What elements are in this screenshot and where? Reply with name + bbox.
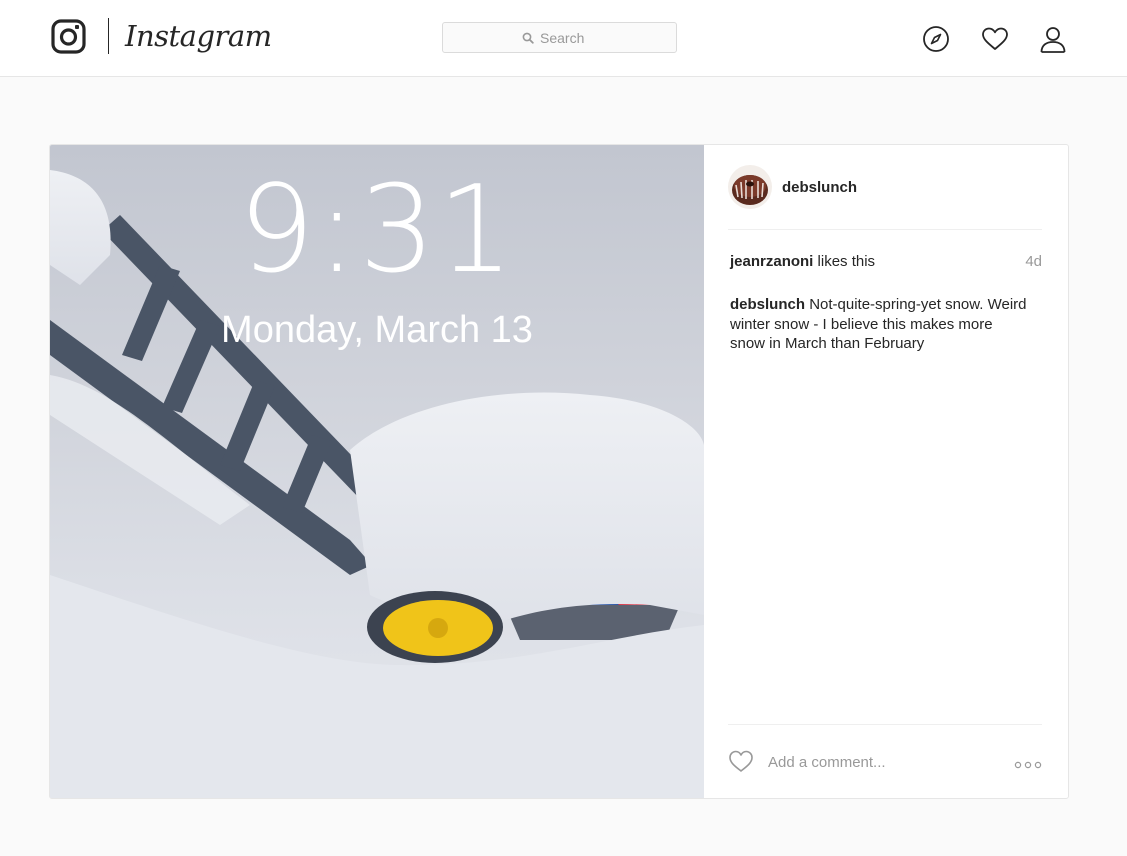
like-heart-icon[interactable]: [728, 749, 754, 773]
post-author-username[interactable]: debslunch: [782, 179, 857, 196]
logo-divider: [108, 18, 109, 54]
caption-username[interactable]: debslunch: [730, 296, 805, 313]
likes-text: likes this: [813, 253, 876, 270]
post-photo[interactable]: 9:31 Monday, March 13: [50, 145, 704, 798]
avatar-bundt-cake-icon[interactable]: [728, 165, 772, 209]
more-options-icon[interactable]: [1014, 757, 1042, 769]
instagram-glyph-icon[interactable]: [51, 19, 86, 54]
add-comment-input[interactable]: [768, 751, 988, 773]
top-navigation-bar: Instagram: [0, 0, 1127, 77]
instagram-wordmark[interactable]: Instagram: [125, 14, 272, 58]
comment-bar: [728, 724, 1042, 775]
lockscreen-date: Monday, March 13: [221, 309, 533, 351]
activity-heart-icon[interactable]: [980, 24, 1010, 54]
profile-person-icon[interactable]: [1038, 24, 1068, 54]
search-box[interactable]: [442, 22, 677, 53]
post-card: 9:31 Monday, March 13 debslunch jeanrzan…: [49, 144, 1069, 799]
post-caption: debslunch Not-quite-spring-yet snow. Wei…: [730, 295, 1030, 354]
likes-line: jeanrzanoni likes this 4d: [730, 253, 1042, 270]
liker-username[interactable]: jeanrzanoni: [730, 253, 813, 270]
explore-compass-icon[interactable]: [921, 24, 951, 54]
lockscreen-time: 9:31: [238, 161, 516, 300]
post-age[interactable]: 4d: [1025, 253, 1042, 270]
search-input[interactable]: [443, 23, 676, 52]
post-side-panel: debslunch jeanrzanoni likes this 4d debs…: [704, 145, 1068, 798]
post-header: debslunch: [728, 165, 1042, 230]
